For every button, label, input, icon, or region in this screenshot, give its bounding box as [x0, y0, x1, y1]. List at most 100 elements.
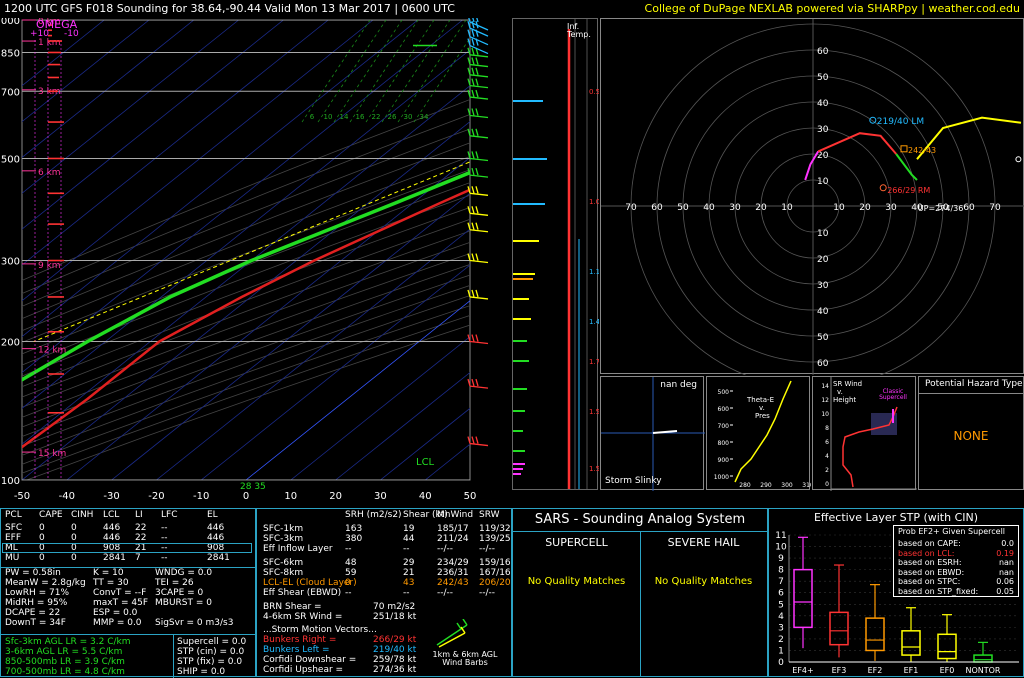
wind-barb-flag [472, 379, 474, 386]
sr-wind-label: Classic Supercell [873, 389, 913, 401]
wind-barb-flag [472, 68, 474, 75]
kinematic-row: Eff Inflow Layer [263, 545, 333, 554]
kinematic-header: MnWind [437, 511, 473, 520]
stp-y-label: 7 [778, 577, 784, 587]
vector-label: Bunkers Right = [263, 636, 336, 645]
isotherm [0, 20, 194, 480]
stp-y-label: 10 [775, 543, 787, 553]
theta-e-title-3: Pres [755, 413, 770, 420]
index-value: MBURST = 0 [155, 599, 212, 608]
index-value: SigSvr = 0 m3/s3 [155, 619, 233, 628]
sr-wind-title-3: Height [833, 397, 856, 404]
temp-tick-label: 20 [329, 491, 342, 502]
inflow-tick-label: 1.5 [589, 408, 599, 416]
composite-index: SHIP = 0.0 [177, 667, 246, 677]
chart-title: 1200 UTC GFS F018 Sounding for 38.64,-90… [4, 3, 455, 14]
vector-value: 266/29 kt [373, 636, 416, 645]
hodo-y-label: 20 [817, 151, 829, 161]
index-value: PW = 0.58in [5, 569, 61, 578]
pressure-label: 500 [1, 154, 20, 165]
wind-barb-flag [476, 254, 478, 261]
wind-barb-flag [472, 223, 474, 230]
theta-e-title-2: v. [759, 405, 765, 412]
kinematic-row: -- [345, 545, 352, 554]
stp-prob-row: based on STPC:0.06 [898, 577, 1016, 587]
stp-y-label: 1 [778, 646, 784, 656]
sr-wind-title-1: SR Wind [833, 381, 862, 388]
wind-barb [470, 55, 488, 57]
index-value: ConvT = --F [93, 589, 146, 598]
sr-wind-label-text: 4-6km SR Wind = [263, 613, 342, 622]
kinematic-row: 44 [403, 535, 414, 544]
hodo-y-label: 50 [817, 333, 829, 343]
wind-barb-flag [476, 335, 478, 342]
wind-barb-flag [476, 68, 478, 75]
stp-box-nontor [974, 655, 992, 662]
temp-tick-label: -30 [103, 491, 119, 502]
isotherm [156, 20, 510, 480]
left-mover-label: 219/40 LM [877, 117, 924, 127]
stp-prob-title: Prob EF2+ Given Supercell [898, 528, 1005, 536]
sr-height-label: 4 [825, 453, 829, 460]
theta-e-panel: 5006007008009001000280290300310 Theta-E … [706, 376, 810, 490]
wind-barb-flag [472, 21, 474, 28]
wind-barb [470, 175, 488, 177]
sars-supercell-title: SUPERCELL [513, 537, 640, 548]
kinematic-panel: SRH (m2/s2)Shear (kt)MnWindSRWSFC-1km163… [256, 508, 512, 677]
omega-tick-minus: -10 [64, 30, 79, 39]
hodo-x-label: 70 [989, 203, 1001, 213]
kinematic-row: 19 [403, 525, 414, 534]
stp-prob-row: based on LCL:0.19 [898, 549, 1016, 559]
temp-tick-label: -40 [59, 491, 75, 502]
hodo-x-label: 60 [963, 203, 975, 213]
inflow-tick-label: 1.4 [589, 318, 599, 326]
thermo-panel: PCLCAPECINHLCLLILFCELSFC0044622--446EFF0… [0, 508, 256, 677]
hodo-x-label: 10 [781, 203, 793, 213]
wind-barb [470, 115, 488, 117]
stp-y-label: 9 [778, 554, 784, 564]
kinematic-header: SRH (m2/s2) [345, 511, 402, 520]
stp-category-label: NONTOR [965, 666, 1000, 675]
wind-barb-flag [472, 58, 474, 65]
mean-wind-label: 242/43 [908, 146, 936, 155]
barbs-label: 1km & 6km AGL Wind Barbs [425, 651, 505, 667]
kinematic-row: 29 [403, 559, 414, 568]
index-value: K = 10 [93, 569, 124, 578]
skewt-panel: 1002003005007008501000-50-40-30-20-10010… [0, 18, 510, 508]
temp-tick-label: 10 [284, 491, 297, 502]
vector-value: 274/36 kt [373, 666, 416, 675]
wind-barb-flag [476, 129, 478, 136]
theta-e-p-label: 900 [718, 457, 730, 464]
kinematic-row: 159/16 [479, 559, 511, 568]
kinematic-row: 167/16 [479, 569, 511, 578]
kinematic-row: LCL-EL (Cloud Layer) [263, 579, 357, 588]
slinky-value: nan deg [660, 381, 697, 390]
kinematic-row: 59 [345, 569, 356, 578]
height-label: 15 km [38, 449, 66, 459]
right-mover-marker [880, 185, 886, 191]
hodo-y-label: 50 [817, 73, 829, 83]
pressure-label: 300 [1, 257, 20, 268]
wind-barb [470, 261, 488, 263]
stp-box-ef2 [866, 618, 884, 650]
wind-barb-flag [472, 79, 474, 86]
isotherm [291, 20, 510, 480]
hodo-x-label: 50 [677, 203, 689, 213]
temp-tick-label: -20 [148, 491, 164, 502]
kinematic-row: --/-- [479, 589, 495, 598]
stp-category-label: EF3 [832, 666, 847, 675]
mixing-ratio-label: 10 [324, 113, 333, 121]
hodo-y-label: 30 [817, 281, 829, 291]
slinky-title: Storm Slinky [605, 477, 662, 486]
kinematic-row: 185/17 [437, 525, 469, 534]
sfc-readout: 28 35 [240, 483, 266, 492]
wind-barb-flag [476, 79, 478, 86]
ml-highlight [2, 543, 252, 553]
wind-barb-flag [472, 90, 474, 97]
stp-y-label: 11 [775, 531, 786, 541]
wind-barb [470, 136, 488, 138]
sr-height-label: 0 [825, 481, 829, 488]
dry-adiabat [27, 20, 510, 480]
hodo-0-1km [805, 151, 818, 180]
inflow-tick-label: 1.1 [589, 268, 599, 276]
